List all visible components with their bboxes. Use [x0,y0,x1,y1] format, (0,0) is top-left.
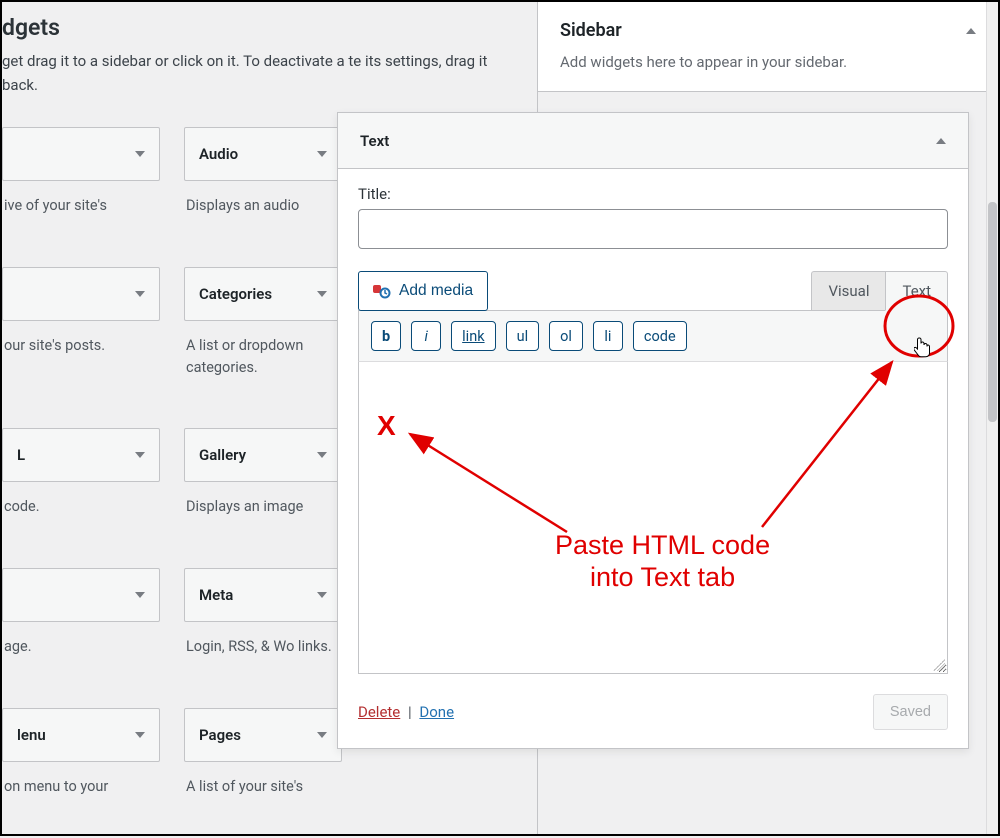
text-widget-panel: Text Title: Add media Visual Text [337,112,969,749]
widget-desc: Login, RSS, & Wo links. [184,636,342,658]
chevron-down-icon [317,291,327,297]
chevron-down-icon [317,452,327,458]
delete-link[interactable]: Delete [358,703,400,721]
widget-image[interactable] [2,568,160,622]
chevron-down-icon [135,151,145,157]
widget-desc: Displays an image [184,496,342,518]
chevron-up-icon[interactable] [936,138,946,144]
scrollbar-thumb[interactable] [988,202,997,422]
page-title: dgets [2,14,537,41]
title-label: Title: [358,185,948,203]
widget-categories[interactable]: Categories [184,267,342,321]
toolbar-code-button[interactable]: code [633,321,687,351]
widget-gallery[interactable]: Gallery [184,428,342,482]
toolbar-bold-button[interactable]: b [371,321,401,351]
toolbar-italic-button[interactable]: i [411,321,441,351]
editor-textarea[interactable] [358,362,948,674]
sidebar-title: Sidebar [560,20,622,41]
widget-calendar[interactable] [2,267,160,321]
widget-pages[interactable]: Pages [184,708,342,762]
widget-meta[interactable]: Meta [184,568,342,622]
sidebar-subtitle: Add widgets here to appear in your sideb… [560,53,976,71]
widget-audio[interactable]: Audio [184,127,342,181]
widget-desc: age. [2,636,160,658]
widget-archives[interactable] [2,127,160,181]
chevron-down-icon [135,732,145,738]
toolbar-li-button[interactable]: li [593,321,623,351]
widget-nav-menu[interactable]: lenu [2,708,160,762]
widget-desc: code. [2,496,160,518]
scrollbar[interactable] [986,2,998,834]
title-input[interactable] [358,209,948,249]
media-icon [373,283,391,299]
chevron-down-icon [317,151,327,157]
chevron-down-icon [135,592,145,598]
toolbar-ul-button[interactable]: ul [506,321,540,351]
widget-desc: A list of your site's [184,776,342,798]
panel-title: Text [360,132,389,150]
page-description: get drag it to a sidebar or click on it.… [2,49,537,97]
panel-header[interactable]: Text [338,113,968,169]
editor-toolbar: b i link ul ol li code [358,310,948,362]
chevron-down-icon [135,452,145,458]
add-media-button[interactable]: Add media [358,271,488,311]
widget-desc: our site's posts. [2,335,160,357]
chevron-down-icon [135,291,145,297]
done-link[interactable]: Done [419,703,454,721]
tab-text[interactable]: Text [885,271,948,311]
tab-visual[interactable]: Visual [811,271,885,311]
toolbar-ol-button[interactable]: ol [549,321,583,351]
toolbar-link-button[interactable]: link [451,321,495,351]
widget-desc: ive of your site's [2,195,160,217]
chevron-down-icon [317,592,327,598]
saved-button: Saved [873,694,948,730]
widget-desc: on menu to your [2,776,160,798]
chevron-down-icon [317,732,327,738]
chevron-up-icon[interactable] [966,28,976,34]
widget-custom-html[interactable]: L [2,428,160,482]
widget-desc: A list or dropdown categories. [184,335,342,379]
separator: | [408,703,412,721]
widget-desc: Displays an audio [184,195,342,217]
